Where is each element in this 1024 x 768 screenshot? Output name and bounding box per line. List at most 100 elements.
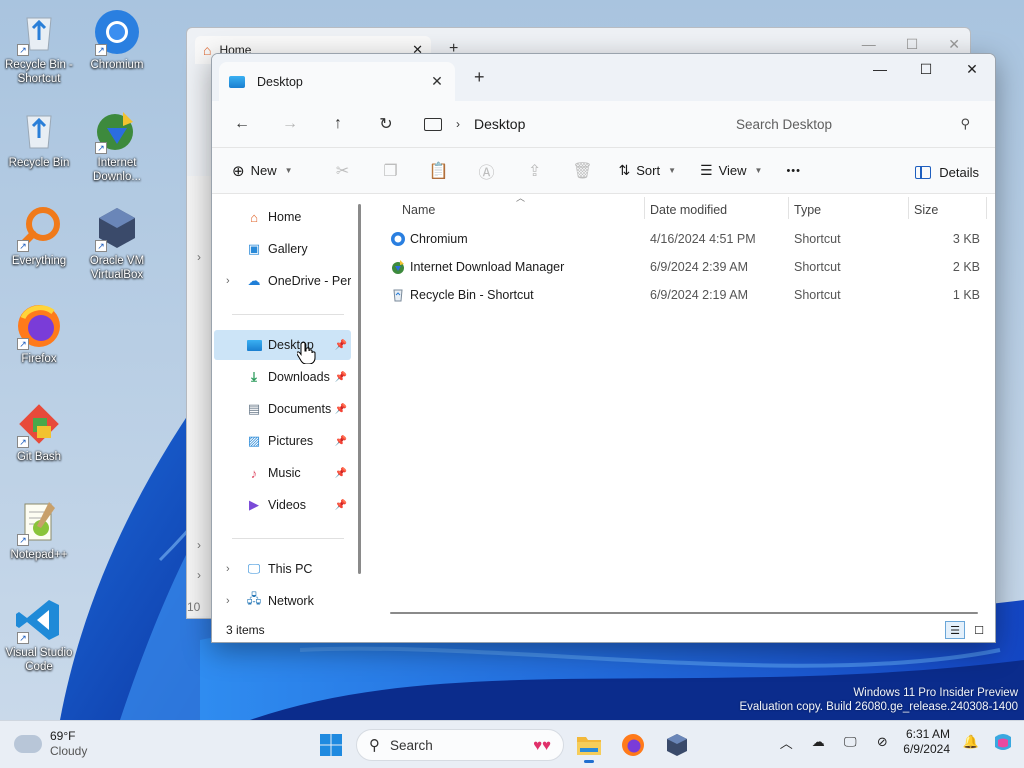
pin-icon[interactable]: 📌	[335, 404, 347, 415]
column-divider[interactable]	[644, 197, 645, 219]
desktop-icon-firefox[interactable]: ↗ Firefox	[1, 302, 77, 366]
file-row[interactable]: Recycle Bin - Shortcut 6/9/2024 2:19 AM …	[368, 281, 995, 309]
display-icon[interactable]: 🖵	[839, 731, 861, 753]
chevron-right-icon[interactable]: ›	[197, 568, 201, 582]
horizontal-scrollbar[interactable]	[390, 612, 978, 614]
desktop-icon-vscode[interactable]: ↗ Visual Studio Code	[1, 596, 77, 674]
column-header-date-modified[interactable]: Date modified	[650, 195, 727, 225]
desktop-icon-recycle-bin-shortcut[interactable]: ↗ Recycle Bin - Shortcut	[1, 8, 77, 86]
large-icons-view-icon[interactable]: ☐	[969, 621, 989, 639]
tab-title: Desktop	[257, 74, 303, 89]
clock[interactable]: 6:31 AM 6/9/2024	[903, 727, 950, 757]
pictures-icon: ▨	[247, 433, 261, 448]
column-divider[interactable]	[908, 197, 909, 219]
chevron-right-icon[interactable]: ›	[197, 538, 201, 552]
copilot-icon[interactable]	[992, 731, 1014, 753]
sidebar-scrollbar[interactable]	[358, 204, 361, 574]
refresh-button[interactable]: ↻	[366, 108, 406, 140]
pin-icon[interactable]: 📌	[335, 372, 347, 383]
desktop-icon-notepad-plus-plus[interactable]: ↗ Notepad++	[1, 498, 77, 562]
share-icon[interactable]: ⇪	[511, 155, 559, 187]
search-input[interactable]: Search Desktop	[736, 117, 832, 132]
pin-icon[interactable]: 📌	[335, 436, 347, 447]
column-header-name[interactable]: Name	[402, 195, 435, 225]
chevron-right-icon[interactable]: ›	[226, 563, 230, 575]
desktop-icon-git-bash[interactable]: ↗ Git Bash	[1, 400, 77, 464]
chevron-right-icon[interactable]: ›	[456, 117, 460, 131]
taskbar-apps: ⚲ Search ♥♥	[312, 726, 696, 764]
tab-desktop[interactable]: Desktop ✕	[219, 62, 455, 101]
network-disconnected-icon[interactable]: ⊘	[871, 731, 893, 753]
sort-ascending-icon: ︿	[516, 193, 526, 203]
sidebar-item-this-pc[interactable]: › 🖵 This PC	[214, 554, 351, 584]
cloud-sync-off-icon[interactable]: ☁	[807, 731, 829, 753]
music-icon: ♪	[250, 465, 258, 481]
start-button[interactable]	[312, 726, 350, 764]
rename-icon[interactable]: Ⓐ	[463, 155, 511, 187]
column-header-type[interactable]: Type	[794, 195, 821, 225]
sidebar-item-downloads[interactable]: ⤓ Downloads 📌	[214, 362, 351, 392]
recycle-bin-icon	[393, 289, 403, 302]
details-pane-button[interactable]: Details	[915, 156, 979, 188]
file-row[interactable]: Internet Download Manager 6/9/2024 2:39 …	[368, 253, 995, 281]
paste-icon[interactable]: 📋	[415, 155, 463, 187]
sidebar-item-documents[interactable]: ▤ Documents 📌	[214, 394, 351, 424]
delete-icon[interactable]: 🗑	[559, 155, 607, 187]
new-tab-button[interactable]: +	[474, 67, 485, 88]
sidebar-item-music[interactable]: ♪ Music 📌	[214, 458, 351, 488]
desktop-icon-virtualbox[interactable]: ↗ Oracle VM VirtualBox	[79, 204, 155, 282]
address-bar[interactable]: › Desktop	[416, 108, 714, 140]
sidebar-item-onedrive[interactable]: › ☁ OneDrive - Pers	[214, 266, 351, 296]
column-divider[interactable]	[788, 197, 789, 219]
sidebar-item-pictures[interactable]: ▨ Pictures 📌	[214, 426, 351, 456]
chevron-up-icon[interactable]: ︿	[775, 731, 797, 753]
notepad-plus-plus-icon: ↗	[15, 498, 63, 546]
column-header-size[interactable]: Size	[914, 195, 938, 225]
file-row[interactable]: Chromium 4/16/2024 4:51 PM Shortcut 3 KB	[368, 225, 995, 253]
title-bar: Desktop ✕ + — ☐ ✕	[212, 54, 995, 101]
sort-button[interactable]: ⇅ Sort ▼	[611, 155, 685, 187]
desktop-icon-chromium[interactable]: ↗ Chromium	[79, 8, 155, 72]
notification-bell-icon[interactable]: 🔔	[960, 731, 982, 753]
view-button[interactable]: ☰ View ▼	[692, 155, 770, 187]
cut-icon[interactable]: ✂	[319, 155, 367, 187]
explorer-window[interactable]: Desktop ✕ + — ☐ ✕ ← → ↑ ↻ › Desktop Sear…	[211, 53, 996, 643]
minimize-button[interactable]: —	[857, 54, 903, 84]
taskbar-file-explorer[interactable]	[570, 726, 608, 764]
details-view-icon[interactable]: ☰	[945, 621, 965, 639]
sort-icon: ⇅	[618, 162, 631, 178]
sidebar-item-home[interactable]: ⌂ Home	[214, 202, 351, 232]
chevron-right-icon[interactable]: ›	[197, 250, 201, 264]
copy-icon[interactable]: ❐	[367, 155, 415, 187]
more-options-button[interactable]: •••	[778, 155, 809, 187]
close-button[interactable]: ✕	[949, 54, 995, 84]
sidebar-item-desktop[interactable]: Desktop 📌	[214, 330, 351, 360]
maximize-icon[interactable]: ☐	[906, 36, 919, 53]
maximize-button[interactable]: ☐	[903, 54, 949, 84]
sidebar-item-videos[interactable]: ▶ Videos 📌	[214, 490, 351, 520]
pin-icon[interactable]: 📌	[335, 500, 347, 511]
up-button[interactable]: ↑	[318, 108, 358, 140]
column-divider[interactable]	[986, 197, 987, 219]
close-icon[interactable]: ✕	[948, 36, 960, 53]
chevron-right-icon[interactable]: ›	[226, 275, 230, 287]
pin-icon[interactable]: 📌	[335, 340, 347, 351]
taskbar-virtualbox[interactable]	[658, 726, 696, 764]
taskbar-firefox[interactable]	[614, 726, 652, 764]
taskbar-search[interactable]: ⚲ Search ♥♥	[356, 729, 564, 761]
pin-icon[interactable]: 📌	[335, 468, 347, 479]
new-button[interactable]: ⊕ New ▼	[224, 155, 301, 187]
desktop-icon-recycle-bin[interactable]: Recycle Bin	[1, 106, 77, 170]
desktop-icon-everything[interactable]: ↗ Everything	[1, 204, 77, 268]
sidebar-item-network[interactable]: › 🖧 Network	[214, 586, 351, 616]
desktop-icon-internet-download-manager[interactable]: ↗ Internet Downlo...	[79, 106, 155, 184]
breadcrumb-desktop[interactable]: Desktop	[474, 116, 525, 132]
forward-button[interactable]: →	[270, 108, 310, 140]
sidebar-item-gallery[interactable]: ▣ Gallery	[214, 234, 351, 264]
chevron-right-icon[interactable]: ›	[226, 595, 230, 607]
close-tab-icon[interactable]: ✕	[429, 73, 445, 90]
back-button[interactable]: ←	[222, 108, 262, 140]
weather-widget[interactable]: 69°F Cloudy	[14, 729, 87, 759]
search-box[interactable]: Search Desktop ⚲	[722, 108, 984, 140]
minimize-icon[interactable]: —	[862, 36, 876, 53]
